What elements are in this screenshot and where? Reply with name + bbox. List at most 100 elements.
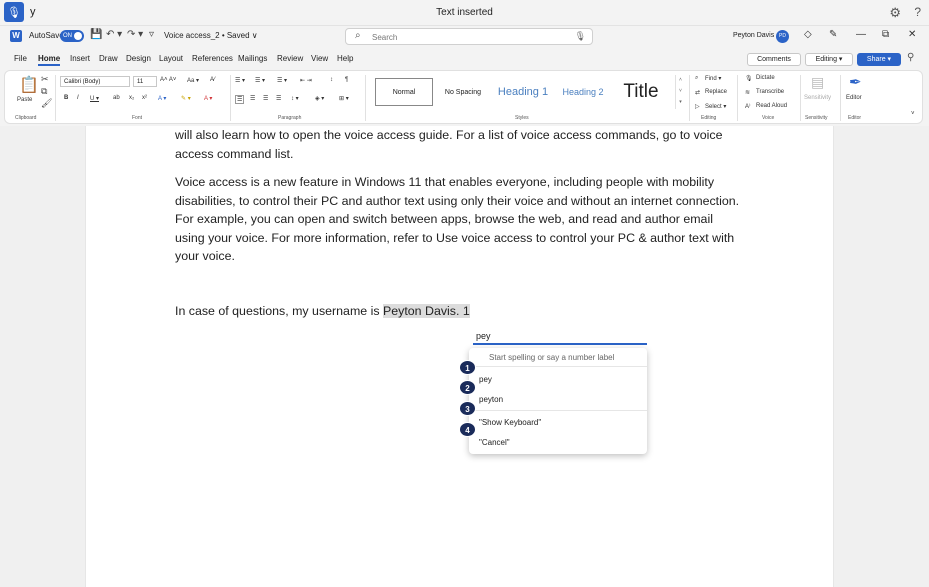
select-button[interactable]: Select ▾ [705,103,726,110]
shading-icon[interactable]: ◈ ▾ [315,95,324,102]
tab-layout[interactable]: Layout [159,54,183,63]
font-color-icon[interactable]: A ▾ [204,95,212,102]
find-icon[interactable]: ⌕ [695,75,698,82]
tab-mailings[interactable]: Mailings [238,54,267,63]
align-left-icon[interactable]: ☰ [235,95,245,104]
format-painter-icon[interactable]: 🖌 [41,98,52,109]
find-button[interactable]: Find ▾ [705,75,721,82]
number-label-1[interactable]: 1 [459,360,476,375]
align-right-icon[interactable]: ☰ [263,95,268,102]
read-aloud-icon[interactable]: A⁾ [745,103,750,110]
grow-font-icon[interactable]: A˄ A˅ [160,77,176,83]
indent-icon[interactable]: ⇤ ⇥ [300,77,312,84]
numbering-icon[interactable]: ☰ ▾ [255,77,265,84]
style-normal[interactable]: Normal [375,78,433,106]
sort-icon[interactable]: ↕ [330,77,333,83]
editor-button[interactable]: Editor [846,95,862,101]
user-name[interactable]: Peyton Davis [733,32,774,39]
paragraph-2[interactable]: Voice access is a new feature in Windows… [175,173,745,266]
transcribe-icon[interactable]: ≋ [745,89,750,96]
cancel-item[interactable]: "Cancel" [479,438,510,447]
replace-icon[interactable]: ⇄ [695,89,700,96]
strikethrough-icon[interactable]: ab [113,95,120,101]
pen-icon[interactable]: ✎ [829,29,837,40]
multilevel-list-icon[interactable]: ☰ ▾ [277,77,287,84]
dictate-icon[interactable]: 🎙 [745,75,753,82]
font-name-select[interactable]: Calibri (Body) [60,76,130,87]
font-size-select[interactable]: 11 [133,76,157,87]
tab-help[interactable]: Help [337,54,353,63]
diamond-icon[interactable]: ◇ [804,29,812,40]
copy-icon[interactable]: ⧉ [41,86,47,97]
superscript-icon[interactable]: x² [142,95,147,101]
sensitivity-button[interactable]: Sensitivity [804,95,831,101]
borders-icon[interactable]: ⊞ ▾ [339,95,349,102]
styles-scroll-icon[interactable]: ˄ ˅ ▾ [675,75,685,109]
show-marks-icon[interactable]: ¶ [345,77,348,83]
justify-icon[interactable]: ☰ [276,95,281,102]
tab-insert[interactable]: Insert [70,54,90,63]
tab-design[interactable]: Design [126,54,151,63]
underline-icon[interactable]: U ▾ [90,95,99,102]
highlight-icon[interactable]: ✎ ▾ [181,95,191,102]
save-icon[interactable]: 💾 [90,29,102,40]
paragraph-3[interactable]: In case of questions, my username is Pey… [175,302,745,321]
correction-item-2[interactable]: pey [479,375,492,384]
document-name[interactable]: Voice access_2 • Saved ∨ [164,31,258,40]
help-icon[interactable]: ? [914,5,921,19]
restore-icon[interactable]: ⧉ [882,29,889,40]
paragraph-1[interactable]: will also learn how to open the voice ac… [175,126,745,163]
bullets-icon[interactable]: ☰ ▾ [235,77,245,84]
line-spacing-icon[interactable]: ↕ ▾ [291,95,299,102]
redo-icon[interactable]: ↷ ▾ [127,29,143,40]
gear-icon[interactable]: ⚙ [889,5,901,21]
read-aloud-button[interactable]: Read Aloud [756,103,787,109]
correction-item-3[interactable]: peyton [479,395,503,404]
tab-view[interactable]: View [311,54,328,63]
paste-label[interactable]: Paste [17,97,32,103]
undo-icon[interactable]: ↶ ▾ [106,29,122,40]
cut-icon[interactable]: ✂ [41,74,49,85]
align-center-icon[interactable]: ☰ [250,95,255,102]
style-title[interactable]: Title [615,78,667,106]
subscript-icon[interactable]: x₂ [129,95,134,101]
replace-button[interactable]: Replace [705,89,727,95]
tab-references[interactable]: References [192,54,233,63]
search-box[interactable]: ⌕ Search 🎙 [345,28,593,45]
show-keyboard-item[interactable]: "Show Keyboard" [479,418,541,427]
collapse-ribbon-icon[interactable]: ˅ [911,111,915,117]
number-label-3[interactable]: 3 [459,401,476,416]
tab-home[interactable]: Home [38,54,61,66]
tab-draw[interactable]: Draw [99,54,118,63]
autosave-toggle[interactable]: ON [60,30,84,42]
editor-icon[interactable]: ✒ [849,73,862,91]
select-icon[interactable]: ▷ [695,103,700,110]
dictate-button[interactable]: Dictate [756,75,775,81]
transcribe-button[interactable]: Transcribe [756,89,784,95]
comments-button[interactable]: Comments [747,53,801,66]
number-label-2[interactable]: 2 [459,380,476,395]
paste-icon[interactable]: 📋 [19,75,39,95]
dictate-search-icon[interactable]: 🎙 [575,31,586,42]
number-label-4[interactable]: 4 [459,422,476,437]
minimize-icon[interactable]: — [856,29,866,40]
clear-formatting-icon[interactable]: A⁄ [210,77,215,83]
tab-review[interactable]: Review [277,54,303,63]
editing-mode-button[interactable]: Editing ▾ [805,53,853,66]
tab-file[interactable]: File [14,54,27,63]
text-effects-icon[interactable]: A ▾ [158,95,166,102]
bold-icon[interactable]: B [64,95,68,101]
share-button[interactable]: Share ▾ [857,53,901,66]
change-case-icon[interactable]: Aa ▾ [187,77,199,84]
style-heading-1[interactable]: Heading 1 [493,78,553,106]
style-heading-2[interactable]: Heading 2 [557,78,609,106]
document-page[interactable]: will also learn how to open the voice ac… [85,126,834,587]
close-icon[interactable]: ✕ [908,29,916,40]
correction-input[interactable]: pey [473,329,647,345]
person-icon[interactable]: ⚲ [907,52,914,63]
italic-icon[interactable]: I [77,95,79,101]
customize-icon[interactable]: ▿ [149,29,154,40]
sensitivity-icon[interactable]: ▤ [811,74,824,91]
style-no-spacing[interactable]: No Spacing [437,78,489,106]
avatar[interactable]: PD [776,30,789,43]
